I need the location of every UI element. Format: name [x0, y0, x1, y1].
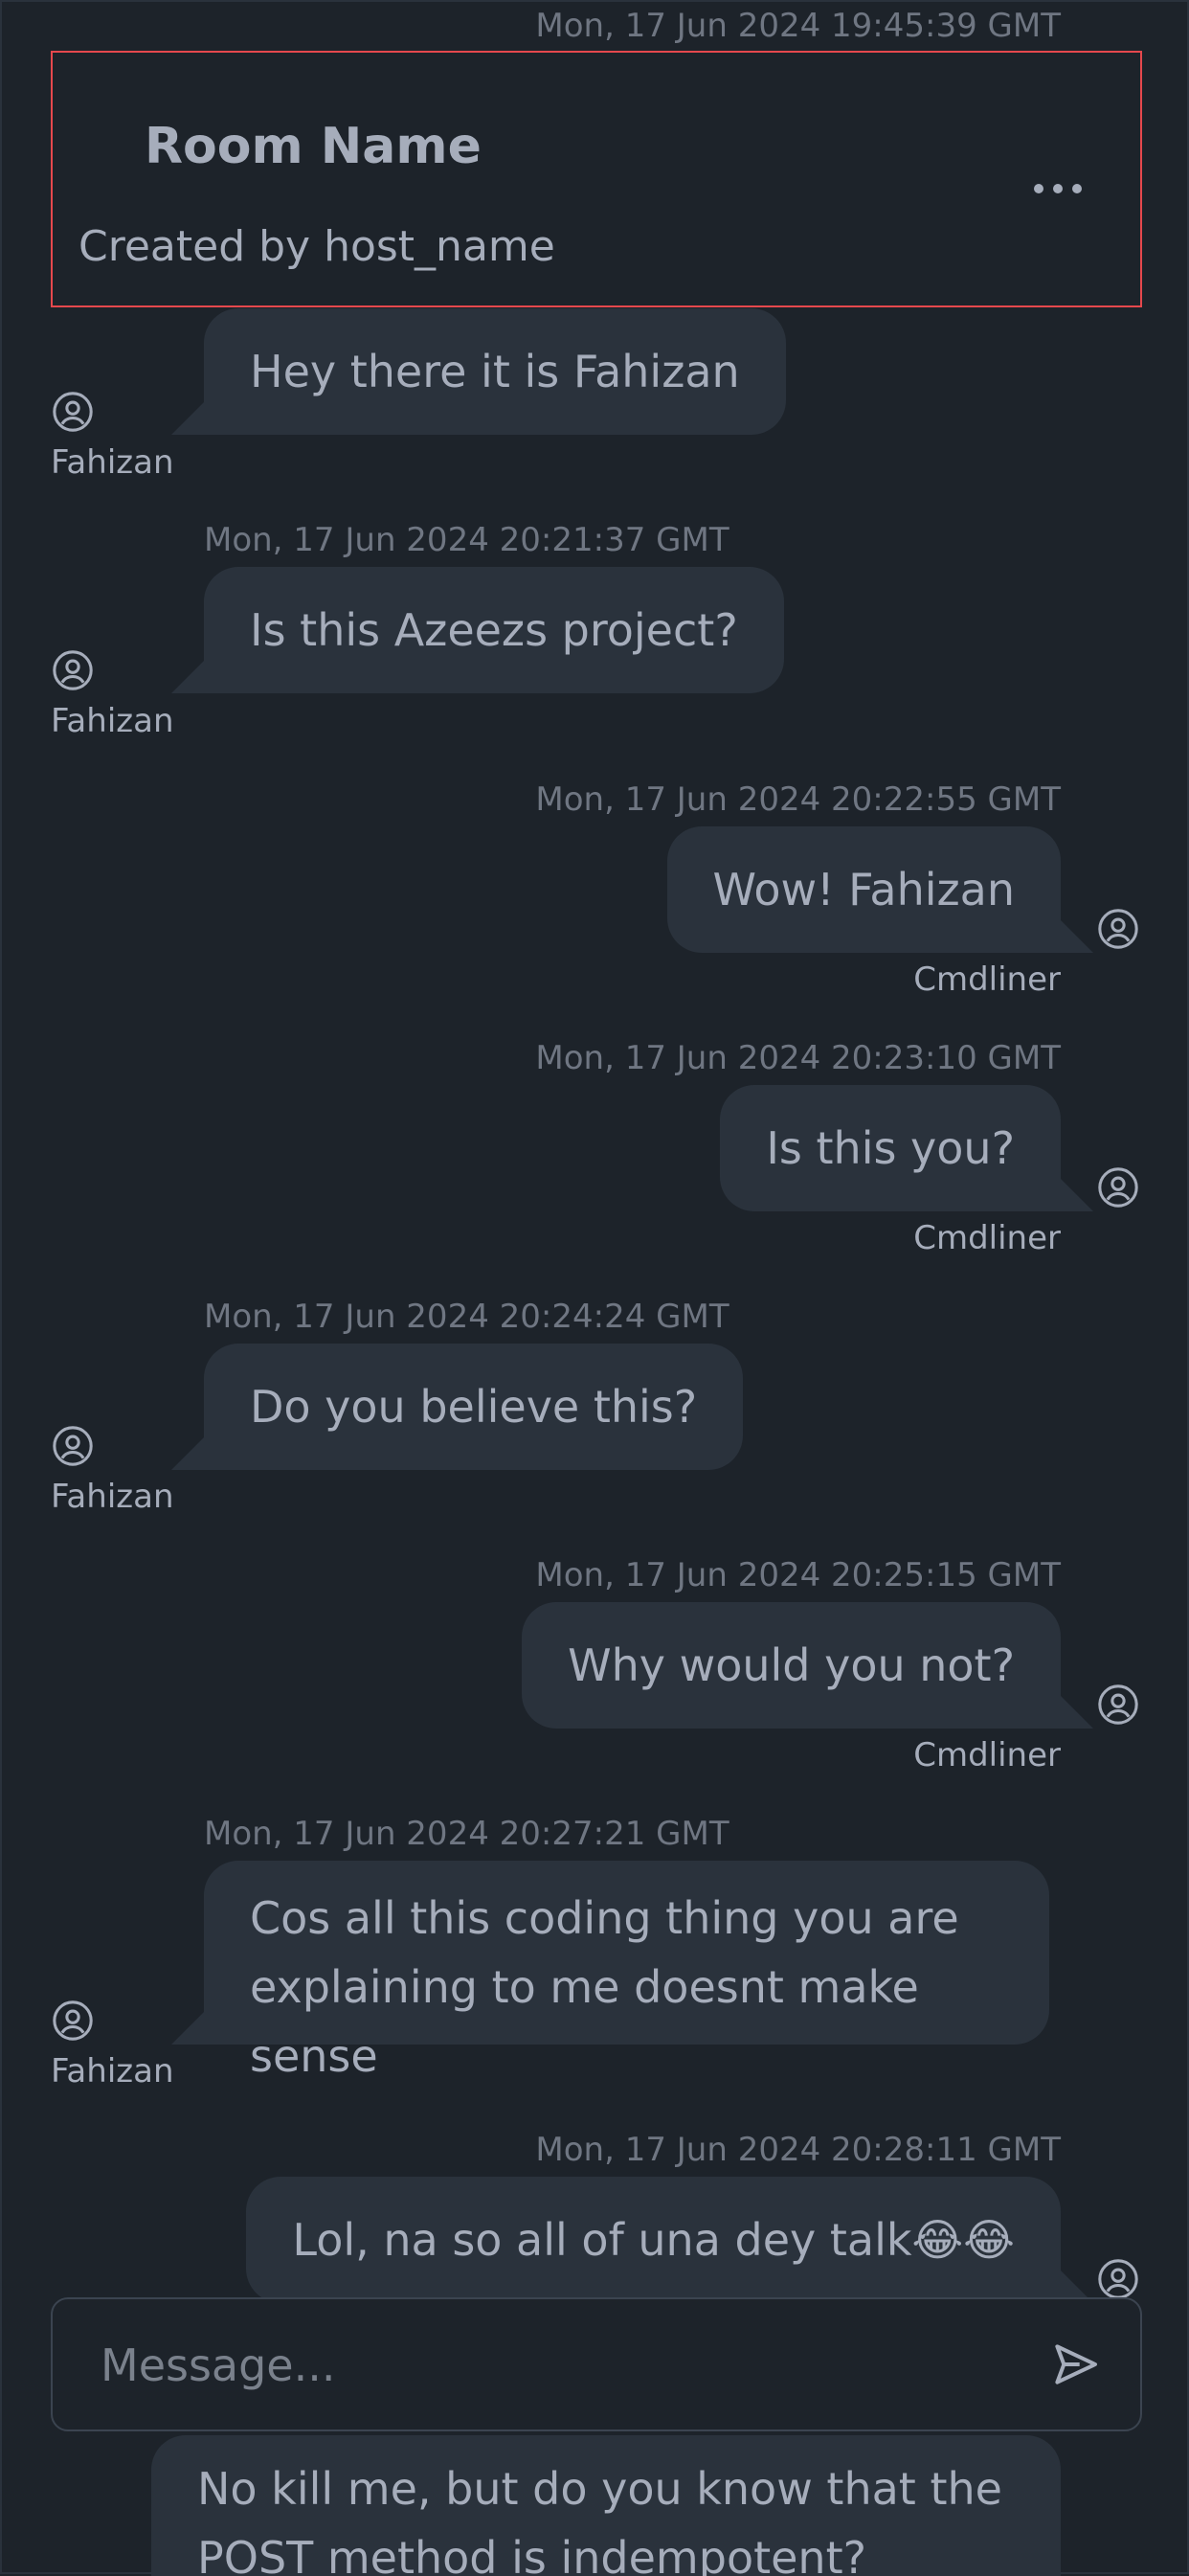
user-circle-icon[interactable]: [1096, 1165, 1140, 1209]
message-bubble: Why would you not?: [522, 1602, 1093, 1729]
room-creator: Created by host_name: [79, 222, 555, 271]
message-bubble: No kill me, but do you know that the POS…: [151, 2435, 1061, 2576]
message-timestamp: Mon, 17 Jun 2024 20:27:21 GMT: [204, 1815, 729, 1853]
user-circle-icon[interactable]: [51, 1424, 95, 1468]
message-timestamp: Mon, 17 Jun 2024 19:45:39 GMT: [535, 7, 1061, 45]
message-timestamp: Mon, 17 Jun 2024 20:25:15 GMT: [535, 1556, 1061, 1594]
user-circle-icon[interactable]: [1096, 2257, 1140, 2301]
message-bubble: Cos all this coding thing you are explai…: [171, 1861, 1049, 2082]
user-circle-icon[interactable]: [51, 390, 95, 434]
message-text: Lol, na so all of una dey talk😂😂: [292, 2214, 1015, 2266]
message-composer: [51, 2297, 1142, 2431]
message-text: Why would you not?: [568, 1639, 1015, 1691]
message-timestamp: Mon, 17 Jun 2024 20:24:24 GMT: [204, 1298, 729, 1336]
sender-name: Cmdliner: [913, 1736, 1061, 1774]
chat-page: Mon, 17 Jun 2024 19:45:39 GMT Room Name …: [2, 2, 1189, 2576]
message-bubble: Wow! Fahizan: [666, 826, 1093, 953]
message-timestamp: Mon, 17 Jun 2024 20:22:55 GMT: [535, 780, 1061, 819]
sender-name: Fahizan: [51, 702, 174, 740]
message-bubble: Do you believe this?: [171, 1344, 744, 1470]
message-timestamp: Mon, 17 Jun 2024 20:21:37 GMT: [204, 521, 729, 559]
sender-name: Fahizan: [51, 2052, 174, 2090]
send-icon[interactable]: [1048, 2338, 1102, 2391]
room-header: Room Name Created by host_name: [51, 51, 1142, 307]
user-circle-icon[interactable]: [51, 1999, 95, 2043]
message-text: Is this Azeezs project?: [250, 604, 738, 656]
message-text: Wow! Fahizan: [712, 864, 1015, 915]
message-bubble: Hey there it is Fahizan: [171, 308, 786, 435]
room-title: Room Name: [145, 118, 482, 175]
message-timestamp: Mon, 17 Jun 2024 20:23:10 GMT: [535, 1039, 1061, 1077]
sender-name: Cmdliner: [913, 960, 1061, 999]
message-bubble: Is this you?: [720, 1085, 1093, 1211]
user-circle-icon[interactable]: [1096, 907, 1140, 951]
ellipsis-icon: [1034, 184, 1043, 193]
sender-name: Cmdliner: [913, 1219, 1061, 1257]
sender-name: Fahizan: [51, 443, 174, 482]
sender-name: Fahizan: [51, 1478, 174, 1516]
message-text: Cos all this coding thing you are explai…: [250, 1892, 959, 2082]
message-timestamp: Mon, 17 Jun 2024 20:28:11 GMT: [535, 2131, 1061, 2169]
user-circle-icon[interactable]: [1096, 1683, 1140, 1727]
message-bubble: Is this Azeezs project?: [171, 567, 784, 693]
room-menu-button[interactable]: [1020, 160, 1096, 217]
user-circle-icon[interactable]: [51, 648, 95, 692]
message-text: Hey there it is Fahizan: [250, 346, 740, 397]
message-input[interactable]: [99, 2299, 1002, 2431]
message-text: No kill me, but do you know that the POS…: [197, 2463, 1002, 2576]
message-text: Do you believe this?: [250, 1381, 698, 1433]
message-text: Is this you?: [766, 1122, 1015, 1174]
message-bubble: Lol, na so all of una dey talk😂😂: [246, 2177, 1093, 2303]
